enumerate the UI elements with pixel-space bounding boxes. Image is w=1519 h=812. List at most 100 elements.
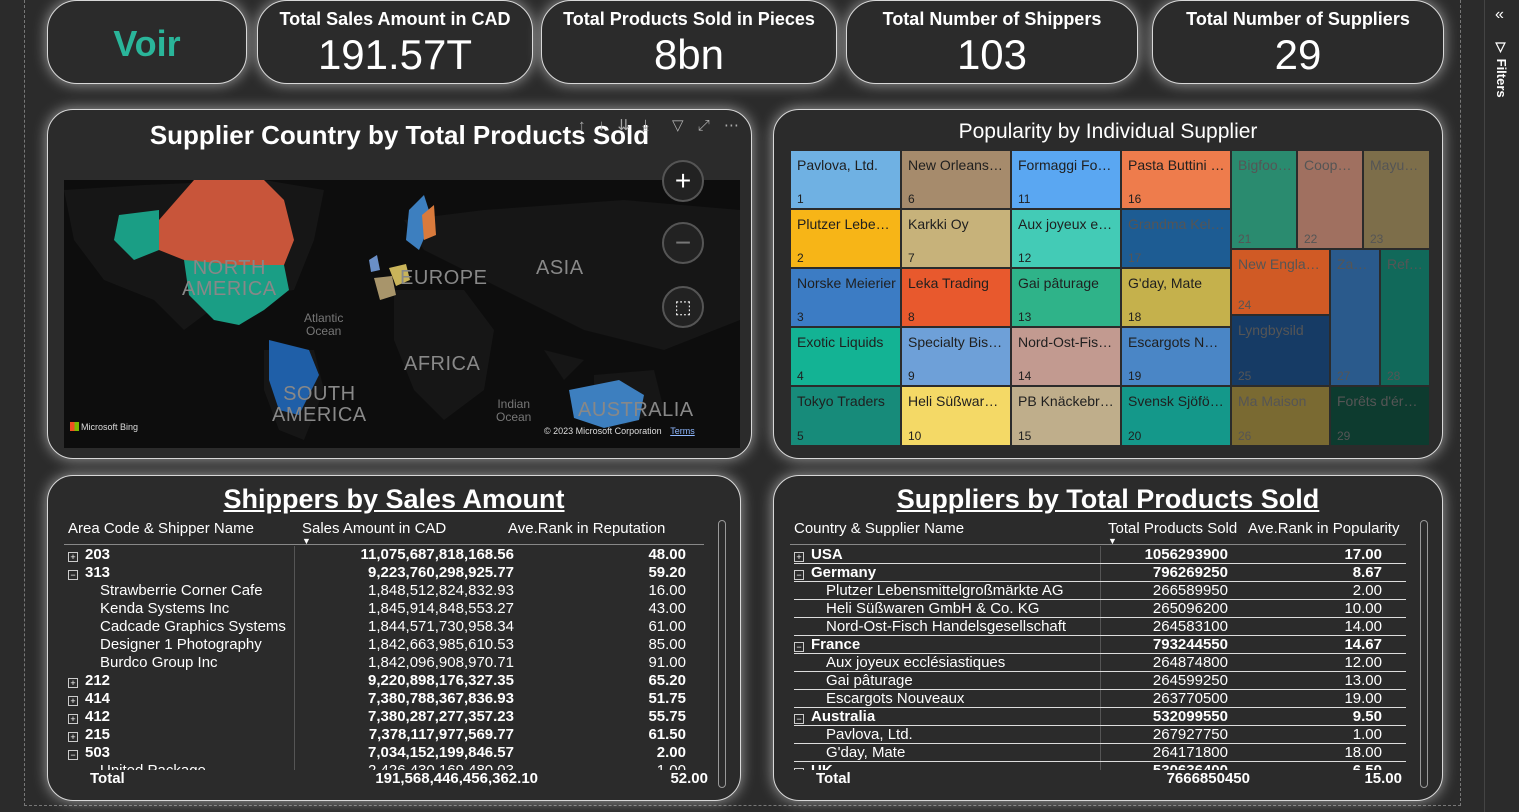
suppliers-row[interactable]: Aux joyeux ecclésiastiques 264874800 12.00 — [794, 654, 1406, 672]
suppliers-row[interactable]: G'day, Mate 264171800 18.00 — [794, 744, 1406, 762]
shippers-row[interactable]: United Package 2,426,430,169,480.03 1.00 — [68, 762, 708, 770]
col-header-shipper[interactable]: Area Code & Shipper Name — [68, 520, 254, 537]
collapse-icon[interactable]: − — [794, 714, 804, 724]
suppliers-row[interactable]: − UK 530636400 6.50 — [794, 762, 1406, 770]
suppliers-row[interactable]: Heli Süßwaren GmbH & Co. KG 265096200 10.0… — [794, 600, 1406, 618]
expand-icon[interactable]: + — [794, 552, 804, 562]
shippers-row[interactable]: −313 9,223,760,298,925.77 59.20 — [68, 564, 708, 582]
treemap-tile[interactable]: PB Knäckebröd AB 15 — [1011, 386, 1121, 446]
drill-down-icon[interactable]: ↓ — [598, 117, 606, 134]
kpi-sales-card[interactable]: Total Sales Amount in CAD 191.57T — [257, 0, 533, 84]
treemap-tile[interactable]: Escargots Nouveaux 19 — [1121, 327, 1231, 386]
col-header-reputation[interactable]: Ave.Rank in Reputation — [508, 520, 665, 537]
collapse-icon[interactable]: − — [794, 570, 804, 580]
shippers-row[interactable]: Designer 1 Photography 1,842,663,985,610.… — [68, 636, 708, 654]
col-header-products-sold[interactable]: Total Products Sold — [1108, 520, 1237, 537]
treemap-tile[interactable]: New England Seafood Cannery 24 — [1231, 249, 1330, 315]
shippers-row[interactable]: Burdco Group Inc 1,842,096,908,970.71 91.0… — [68, 654, 708, 672]
shippers-table-visual[interactable]: Shippers by Sales Amount Area Code & Shi… — [47, 475, 741, 801]
treemap-tile[interactable]: Tokyo Traders 5 — [790, 386, 901, 446]
collapse-icon[interactable]: − — [68, 750, 78, 760]
filters-pane[interactable]: « ▽ Filters — [1484, 0, 1519, 812]
treemap-tile[interactable]: Exotic Liquids 4 — [790, 327, 901, 386]
kpi-suppliers-card[interactable]: Total Number of Suppliers 29 — [1152, 0, 1444, 84]
expand-all-icon[interactable]: ⇊ — [617, 117, 630, 134]
focus-mode-icon[interactable]: ⤢ — [698, 117, 710, 134]
treemap-tile[interactable]: Gai pâturage 13 — [1011, 268, 1121, 327]
expand-icon[interactable]: + — [68, 714, 78, 724]
shippers-row[interactable]: +412 7,380,287,277,357.23 55.75 — [68, 708, 708, 726]
zoom-in-button[interactable]: + — [662, 160, 704, 202]
shippers-row[interactable]: +414 7,380,788,367,836.93 51.75 — [68, 690, 708, 708]
treemap-tile[interactable]: Norske Meierier 3 — [790, 268, 901, 327]
collapse-icon[interactable]: − — [794, 642, 804, 652]
shippers-row[interactable]: +215 7,378,117,977,569.77 61.50 — [68, 726, 708, 744]
suppliers-table-visual[interactable]: Suppliers by Total Products Sold Country… — [773, 475, 1443, 801]
select-mode-button[interactable]: ⬚ — [662, 286, 704, 328]
treemap-tile[interactable]: Nord-Ost-Fisch Handelsgesellschaft 14 — [1011, 327, 1121, 386]
filters-label[interactable]: ▽ Filters — [1494, 40, 1509, 98]
kpi-products-card[interactable]: Total Products Sold in Pieces 8bn — [541, 0, 837, 84]
map-visual[interactable]: Supplier Country by Total Products Sold … — [47, 109, 752, 459]
treemap-visual[interactable]: Popularity by Individual Supplier Pavlov… — [773, 109, 1443, 459]
collapse-icon[interactable]: − — [794, 768, 804, 770]
treemap-tile[interactable]: Forêts d'érables 29 — [1330, 386, 1430, 446]
suppliers-row[interactable]: Nord-Ost-Fisch Handelsgesellschaft 264583… — [794, 618, 1406, 636]
shippers-row[interactable]: Kenda Systems Inc 1,845,914,848,553.27 43.… — [68, 600, 708, 618]
treemap-tile[interactable]: Bigfoot Breweries 21 — [1231, 150, 1297, 249]
shippers-row[interactable]: −503 7,034,152,199,846.57 2.00 — [68, 744, 708, 762]
expand-icon[interactable]: + — [68, 696, 78, 706]
treemap-tile[interactable]: Heli Süßwaren GmbH & Co. KG 10 — [901, 386, 1011, 446]
treemap-tile[interactable]: G'day, Mate 18 — [1121, 268, 1231, 327]
filter-icon[interactable]: ▽ — [672, 117, 684, 134]
treemap-tile[interactable]: Zaanse Snoepfabriek 27 — [1330, 249, 1380, 386]
suppliers-row[interactable]: + USA 1056293900 17.00 — [794, 546, 1406, 564]
suppliers-row[interactable]: − France 793244550 14.67 — [794, 636, 1406, 654]
treemap-area[interactable]: Pavlova, Ltd. 1 Plutzer Lebensmittelgroßmä… — [790, 150, 1430, 446]
shippers-row[interactable]: Cadcade Graphics Systems 1,844,571,730,95… — [68, 618, 708, 636]
more-options-icon[interactable]: ⋯ — [724, 117, 739, 134]
suppliers-row[interactable]: Gai pâturage 264599250 13.00 — [794, 672, 1406, 690]
treemap-tile[interactable]: Mayumi's 23 — [1363, 150, 1430, 249]
suppliers-scrollbar[interactable] — [1420, 520, 1428, 788]
expand-icon[interactable]: + — [68, 552, 78, 562]
treemap-tile[interactable]: Lyngbysild 25 — [1231, 315, 1330, 386]
expand-icon[interactable]: + — [68, 678, 78, 688]
treemap-tile[interactable]: Plutzer Lebensmittelgroßmärkte AG 2 — [790, 209, 901, 268]
suppliers-row[interactable]: − Australia 532099550 9.50 — [794, 708, 1406, 726]
terms-link[interactable]: Terms — [670, 426, 695, 436]
suppliers-row[interactable]: − Germany 796269250 8.67 — [794, 564, 1406, 582]
treemap-tile[interactable]: New Orleans Cajun Delights 6 — [901, 150, 1011, 209]
treemap-tile[interactable]: Formaggi Fortini s.r.l. 11 — [1011, 150, 1121, 209]
col-header-popularity[interactable]: Ave.Rank in Popularity — [1248, 520, 1399, 537]
treemap-tile[interactable]: Svensk Sjöföda AB 20 — [1121, 386, 1231, 446]
treemap-tile[interactable]: Specialty Biscuits, Ltd. 9 — [901, 327, 1011, 386]
drill-up-icon[interactable]: ↑ — [578, 117, 586, 134]
col-header-sales[interactable]: Sales Amount in CAD — [302, 520, 446, 537]
zoom-out-button[interactable]: − — [662, 222, 704, 264]
treemap-tile[interactable]: Pasta Buttini s.r.l. 16 — [1121, 150, 1231, 209]
suppliers-row[interactable]: Plutzer Lebensmittelgroßmärkte AG 2665899… — [794, 582, 1406, 600]
suppliers-row[interactable]: Pavlova, Ltd. 267927750 1.00 — [794, 726, 1406, 744]
region-france[interactable] — [374, 276, 396, 300]
treemap-tile[interactable]: Ma Maison 26 — [1231, 386, 1330, 446]
expand-icon[interactable]: + — [68, 732, 78, 742]
expand-next-icon[interactable]: ⤓ — [642, 117, 649, 134]
treemap-tile[interactable]: Pavlova, Ltd. 1 — [790, 150, 901, 209]
treemap-tile[interactable]: Aux joyeux ecclésiastiques 12 — [1011, 209, 1121, 268]
shippers-row[interactable]: +203 11,075,687,818,168.56 48.00 — [68, 546, 708, 564]
region-uk[interactable] — [369, 255, 380, 272]
treemap-tile[interactable]: Leka Trading 8 — [901, 268, 1011, 327]
kpi-shippers-card[interactable]: Total Number of Shippers 103 — [846, 0, 1138, 84]
suppliers-row[interactable]: Escargots Nouveaux 263770500 19.00 — [794, 690, 1406, 708]
col-header-supplier[interactable]: Country & Supplier Name — [794, 520, 964, 537]
treemap-tile[interactable]: Grandma Kelly's Homestead 17 — [1121, 209, 1231, 268]
shippers-row[interactable]: Strawberrie Corner Cafe 1,848,512,824,832… — [68, 582, 708, 600]
treemap-tile[interactable]: Karkki Oy 7 — [901, 209, 1011, 268]
treemap-tile[interactable]: Cooperativa de Quesos 'Las Cabras' 22 — [1297, 150, 1363, 249]
collapse-chevron-icon[interactable]: « — [1495, 6, 1504, 24]
shippers-scrollbar[interactable] — [718, 520, 726, 788]
map-canvas[interactable]: NORTH AMERICA EUROPE ASIA AFRICA SOUTH AME… — [64, 170, 740, 448]
shippers-row[interactable]: +212 9,220,898,176,327.35 65.20 — [68, 672, 708, 690]
treemap-tile[interactable]: Refrescos Americanas LTDA 28 — [1380, 249, 1430, 386]
